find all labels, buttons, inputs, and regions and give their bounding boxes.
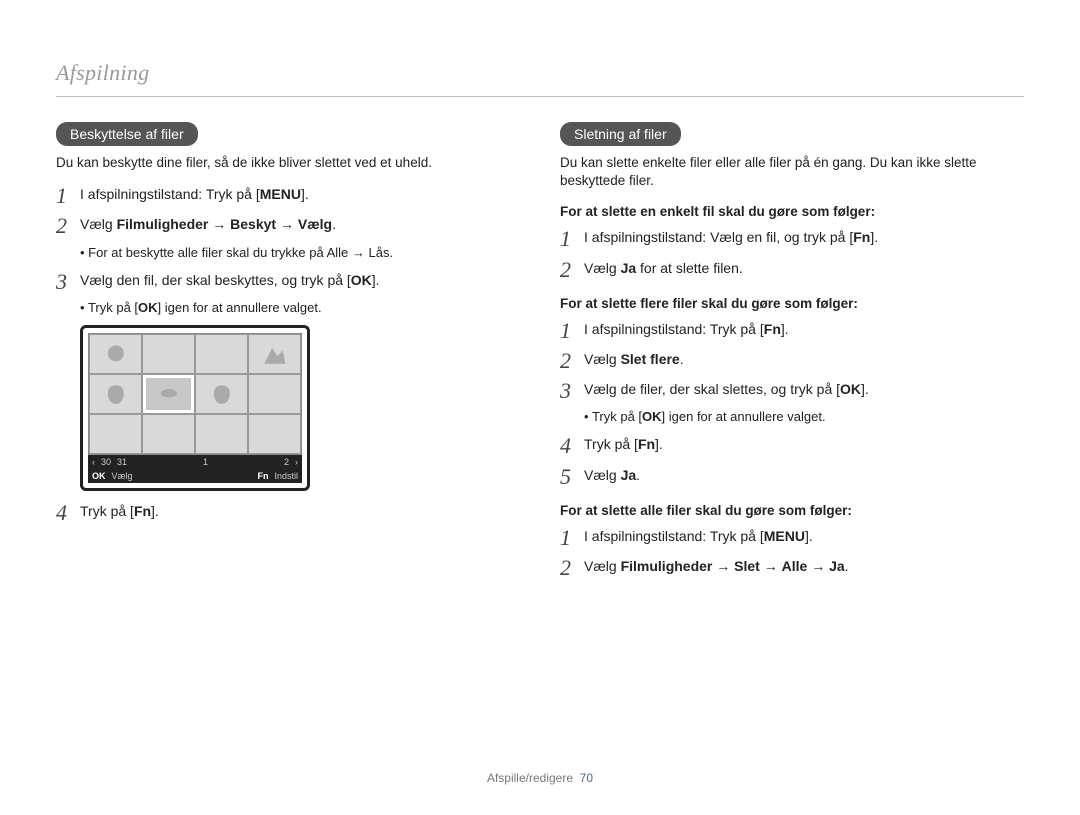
protect-heading: Beskyttelse af filer: [56, 122, 198, 146]
delete-one-heading: For at slette en enkelt fil skal du gøre…: [560, 204, 1024, 219]
step-number: 4: [56, 501, 80, 525]
step-number: 2: [56, 214, 80, 238]
protect-intro: Du kan beskytte dine filer, så de ikke b…: [56, 154, 520, 172]
protect-step-2-note: For at beskytte alle filer skal du trykk…: [90, 245, 520, 260]
step-number: 1: [56, 184, 80, 208]
step-number: 4: [560, 434, 584, 458]
protect-step-2: 2 Vælg Filmuligheder → Beskyt → Vælg.: [56, 214, 520, 238]
thumbnail-screen-diagram: ‹ 30 31 1 2 › OK Vælg Fn Indsti: [80, 325, 310, 491]
step-number: 5: [560, 465, 584, 489]
delete-many-step-4: 4 Tryk på [Fn].: [560, 434, 1024, 458]
step-number: 3: [56, 270, 80, 294]
thumb-cell: [248, 414, 301, 454]
step-number: 1: [560, 227, 584, 251]
ok-key: OK: [840, 381, 861, 397]
thumb-cell: [142, 414, 195, 454]
thumb-cell: [248, 374, 301, 414]
fn-key: Fn: [638, 436, 655, 452]
delete-one-step-2: 2 Vælg Ja for at slette filen.: [560, 258, 1024, 282]
protect-files-column: Beskyttelse af filer Du kan beskytte din…: [56, 122, 520, 586]
delete-files-column: Sletning af filer Du kan slette enkelte …: [560, 122, 1024, 586]
delete-all-step-1: 1 I afspilningstilstand: Tryk på [MENU].: [560, 526, 1024, 550]
thumb-cell-selected: [142, 374, 195, 414]
menu-key: MENU: [260, 186, 301, 202]
ok-key: OK: [642, 409, 662, 424]
step-number: 2: [560, 258, 584, 282]
delete-many-step-5: 5 Vælg Ja.: [560, 465, 1024, 489]
step-number: 2: [560, 556, 584, 580]
ok-key: OK: [92, 471, 106, 481]
ok-key: OK: [138, 300, 158, 315]
delete-many-step-2: 2 Vælg Slet flere.: [560, 349, 1024, 373]
protect-step-3: 3 Vælg den fil, der skal beskyttes, og t…: [56, 270, 520, 294]
step-number: 2: [560, 349, 584, 373]
thumb-cell: [142, 334, 195, 374]
page-footer: Afspille/redigere 70: [0, 771, 1080, 785]
delete-one-step-1: 1 I afspilningstilstand: Vælg en fil, og…: [560, 227, 1024, 251]
fn-key: Fn: [764, 321, 781, 337]
fn-key: Fn: [257, 471, 268, 481]
thumb-cell: [195, 334, 248, 374]
thumb-cell: [248, 334, 301, 374]
page-title: Afspilning: [56, 60, 1024, 97]
step-number: 1: [560, 526, 584, 550]
delete-intro: Du kan slette enkelte filer eller alle f…: [560, 154, 1024, 190]
delete-many-heading: For at slette flere filer skal du gøre s…: [560, 296, 1024, 311]
delete-heading: Sletning af filer: [560, 122, 681, 146]
delete-many-step-3: 3 Vælg de filer, der skal slettes, og tr…: [560, 379, 1024, 403]
chevron-left-icon: ‹: [92, 457, 95, 467]
thumb-cell: [195, 374, 248, 414]
diagram-date-bar: ‹ 30 31 1 2 ›: [88, 455, 302, 469]
chevron-right-icon: ›: [295, 457, 298, 467]
fn-key: Fn: [853, 229, 870, 245]
thumb-cell: [89, 374, 142, 414]
fn-key: Fn: [134, 503, 151, 519]
protect-step-4: 4 Tryk på [Fn].: [56, 501, 520, 525]
thumb-cell: [89, 414, 142, 454]
thumb-cell: [195, 414, 248, 454]
thumb-cell: [89, 334, 142, 374]
ok-key: OK: [351, 272, 372, 288]
delete-all-heading: For at slette alle filer skal du gøre so…: [560, 503, 1024, 518]
page-number: 70: [580, 771, 593, 785]
protect-step-3-note: Tryk på [OK] igen for at annullere valge…: [90, 300, 520, 315]
step-number: 3: [560, 379, 584, 403]
delete-many-step-1: 1 I afspilningstilstand: Tryk på [Fn].: [560, 319, 1024, 343]
delete-many-step-3-note: Tryk på [OK] igen for at annullere valge…: [594, 409, 1024, 424]
step-number: 1: [560, 319, 584, 343]
menu-key: MENU: [764, 528, 805, 544]
diagram-foot-bar: OK Vælg Fn Indstil: [88, 469, 302, 483]
protect-step-1: 1 I afspilningstilstand: Tryk på [MENU].: [56, 184, 520, 208]
delete-all-step-2: 2 Vælg Filmuligheder → Slet → Alle → Ja.: [560, 556, 1024, 580]
